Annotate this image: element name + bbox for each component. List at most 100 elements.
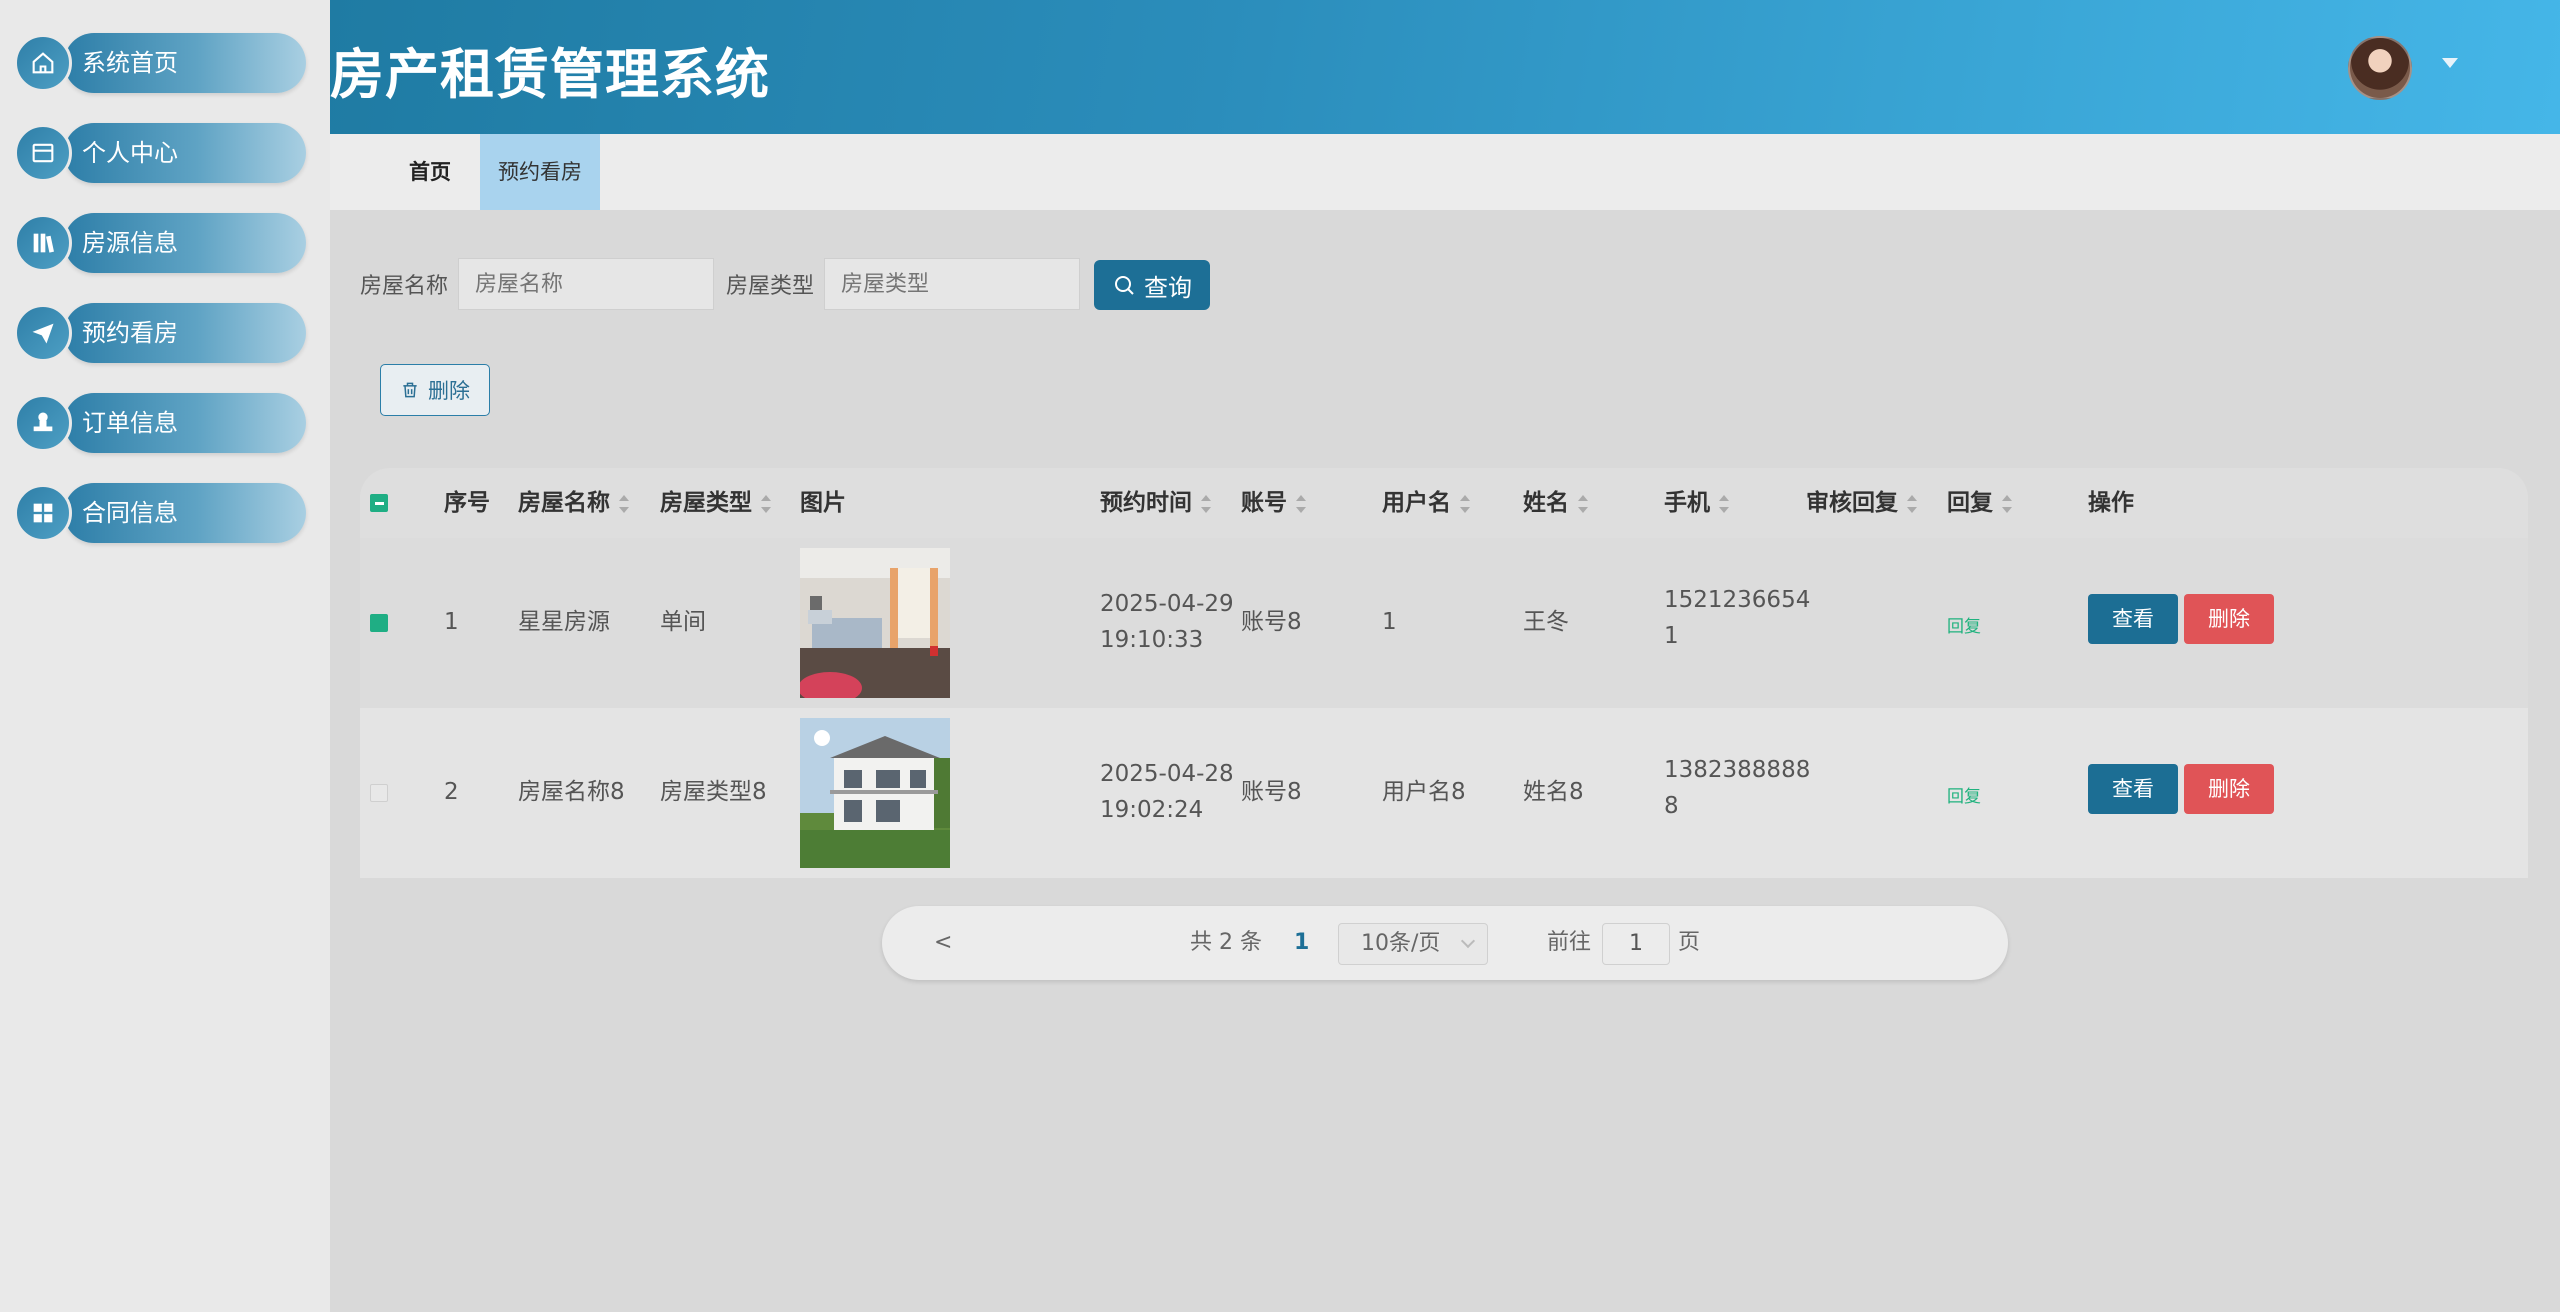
- avatar[interactable]: [2348, 36, 2412, 100]
- sort-icon[interactable]: [618, 494, 630, 513]
- sidebar-item-profile[interactable]: 个人中心: [14, 122, 306, 184]
- prev-page-button[interactable]: <: [934, 906, 952, 980]
- sidebar-item-appointments[interactable]: 预约看房: [14, 302, 306, 364]
- home-icon: [14, 34, 72, 92]
- col-ops: 操作: [2088, 490, 2134, 516]
- cell-house-type: 房屋类型8: [660, 779, 767, 805]
- delete-button[interactable]: 删除: [2184, 594, 2274, 644]
- page-suffix: 页: [1678, 930, 1701, 955]
- app-title: 房产租赁管理系统: [330, 43, 770, 106]
- cell-time: 2025-04-28 19:02:24: [1100, 756, 1234, 828]
- cell-time-clock: 19:10:33: [1100, 627, 1204, 653]
- col-phone[interactable]: 手机: [1664, 468, 1730, 538]
- sort-icon[interactable]: [1906, 494, 1918, 513]
- table-row: 2 房屋名称8 房屋类型8 2025-04-28 19:02:24 账号8 用户…: [360, 708, 2528, 878]
- sort-icon[interactable]: [1459, 494, 1471, 513]
- col-index: 序号: [444, 490, 490, 516]
- cell-name: 姓名8: [1523, 779, 1584, 805]
- col-account-label: 账号: [1241, 490, 1287, 516]
- cell-time: 2025-04-29 19:10:33: [1100, 586, 1234, 658]
- cell-phone-line2: 8: [1664, 793, 1679, 819]
- col-image: 图片: [800, 490, 846, 516]
- sidebar-item-label: 系统首页: [82, 49, 178, 77]
- sidebar-item-label: 房源信息: [82, 229, 178, 257]
- appointments-table: 序号 房屋名称 房屋类型 图片 预约时间 账号 用户名 姓名 手机 审核回复 回…: [360, 468, 2528, 878]
- page-size-select[interactable]: 10条/页: [1338, 923, 1488, 965]
- col-username-label: 用户名: [1382, 490, 1451, 516]
- pagination: < 共 2 条 1 10条/页 前往 1 页: [882, 906, 2008, 980]
- goto-page-input[interactable]: 1: [1602, 923, 1670, 965]
- col-review-label: 审核回复: [1806, 490, 1898, 516]
- sidebar-item-listings[interactable]: 房源信息: [14, 212, 306, 274]
- col-review[interactable]: 审核回复: [1806, 468, 1918, 538]
- sidebar-item-contracts[interactable]: 合同信息: [14, 482, 306, 544]
- chevron-down-icon[interactable]: [2442, 58, 2458, 68]
- house-type-input[interactable]: [824, 258, 1080, 310]
- sidebar-item-label: 订单信息: [82, 409, 178, 437]
- cell-house-name: 星星房源: [518, 609, 610, 635]
- col-time[interactable]: 预约时间: [1100, 468, 1212, 538]
- view-button[interactable]: 查看: [2088, 764, 2178, 814]
- tab-bar: 首页 预约看房: [330, 134, 2560, 210]
- col-house-type[interactable]: 房屋类型: [660, 468, 772, 538]
- view-button[interactable]: 查看: [2088, 594, 2178, 644]
- select-all-checkbox[interactable]: [370, 494, 388, 512]
- cell-account: 账号8: [1241, 779, 1302, 805]
- goto-label: 前往: [1547, 930, 1592, 955]
- col-house-name-label: 房屋名称: [518, 490, 610, 516]
- col-reply[interactable]: 回复: [1947, 468, 2013, 538]
- page-number-current[interactable]: 1: [1294, 906, 1309, 980]
- search-button-label: 查询: [1144, 273, 1192, 302]
- cell-account: 账号8: [1241, 609, 1302, 635]
- tab-home[interactable]: 首页: [378, 134, 482, 210]
- col-house-name[interactable]: 房屋名称: [518, 468, 630, 538]
- tab-appointments[interactable]: 预约看房: [480, 134, 600, 210]
- table-header: 序号 房屋名称 房屋类型 图片 预约时间 账号 用户名 姓名 手机 审核回复 回…: [360, 468, 2528, 538]
- batch-delete-button[interactable]: 删除: [380, 364, 490, 416]
- sort-icon[interactable]: [1718, 494, 1730, 513]
- col-time-label: 预约时间: [1100, 490, 1192, 516]
- sort-icon[interactable]: [1295, 494, 1307, 513]
- top-header: 房产租赁管理系统: [330, 0, 2560, 134]
- sort-icon[interactable]: [760, 494, 772, 513]
- chevron-down-icon: [1460, 933, 1476, 949]
- sidebar-item-orders[interactable]: 订单信息: [14, 392, 306, 454]
- sort-icon[interactable]: [2001, 494, 2013, 513]
- col-username[interactable]: 用户名: [1382, 468, 1471, 538]
- search-button[interactable]: 查询: [1094, 260, 1210, 310]
- col-name[interactable]: 姓名: [1523, 468, 1589, 538]
- row-checkbox[interactable]: [370, 784, 388, 802]
- delete-button[interactable]: 删除: [2184, 764, 2274, 814]
- cell-time-clock: 19:02:24: [1100, 797, 1204, 823]
- house-photo-bedroom[interactable]: [800, 548, 950, 698]
- cell-username: 用户名8: [1382, 779, 1466, 805]
- reply-link[interactable]: 回复: [1947, 612, 1981, 637]
- card-icon: [14, 124, 72, 182]
- books-icon: [14, 214, 72, 272]
- sort-icon[interactable]: [1577, 494, 1589, 513]
- col-phone-label: 手机: [1664, 490, 1710, 516]
- sort-icon[interactable]: [1200, 494, 1212, 513]
- col-house-type-label: 房屋类型: [660, 490, 752, 516]
- sidebar-item-label: 预约看房: [82, 319, 178, 347]
- cell-phone-line2: 1: [1664, 623, 1679, 649]
- sidebar-item-home[interactable]: 系统首页: [14, 32, 306, 94]
- sidebar: 系统首页 个人中心 房源信息 预约看房 订单信息 合同信息: [0, 0, 330, 1312]
- house-type-label: 房屋类型: [726, 274, 815, 299]
- cell-phone-line1: 1382388888: [1664, 757, 1811, 783]
- cell-phone: 1382388888 8: [1664, 752, 1810, 824]
- house-photo-villa[interactable]: [800, 718, 950, 868]
- cell-index: 2: [444, 779, 459, 805]
- col-reply-label: 回复: [1947, 490, 1993, 516]
- batch-delete-label: 删除: [428, 379, 470, 403]
- row-checkbox[interactable]: [370, 614, 388, 632]
- cell-phone-line1: 1521236654: [1664, 587, 1811, 613]
- col-account[interactable]: 账号: [1241, 468, 1307, 538]
- grid-icon: [14, 484, 72, 542]
- cell-time-date: 2025-04-29: [1100, 591, 1234, 617]
- cell-house-type: 单间: [660, 609, 706, 635]
- table-row: 1 星星房源 单间 2025-04-29 19:10:33 账号8 1 王冬 1…: [360, 538, 2528, 708]
- reply-link[interactable]: 回复: [1947, 782, 1981, 807]
- house-name-input[interactable]: [458, 258, 714, 310]
- cell-index: 1: [444, 609, 459, 635]
